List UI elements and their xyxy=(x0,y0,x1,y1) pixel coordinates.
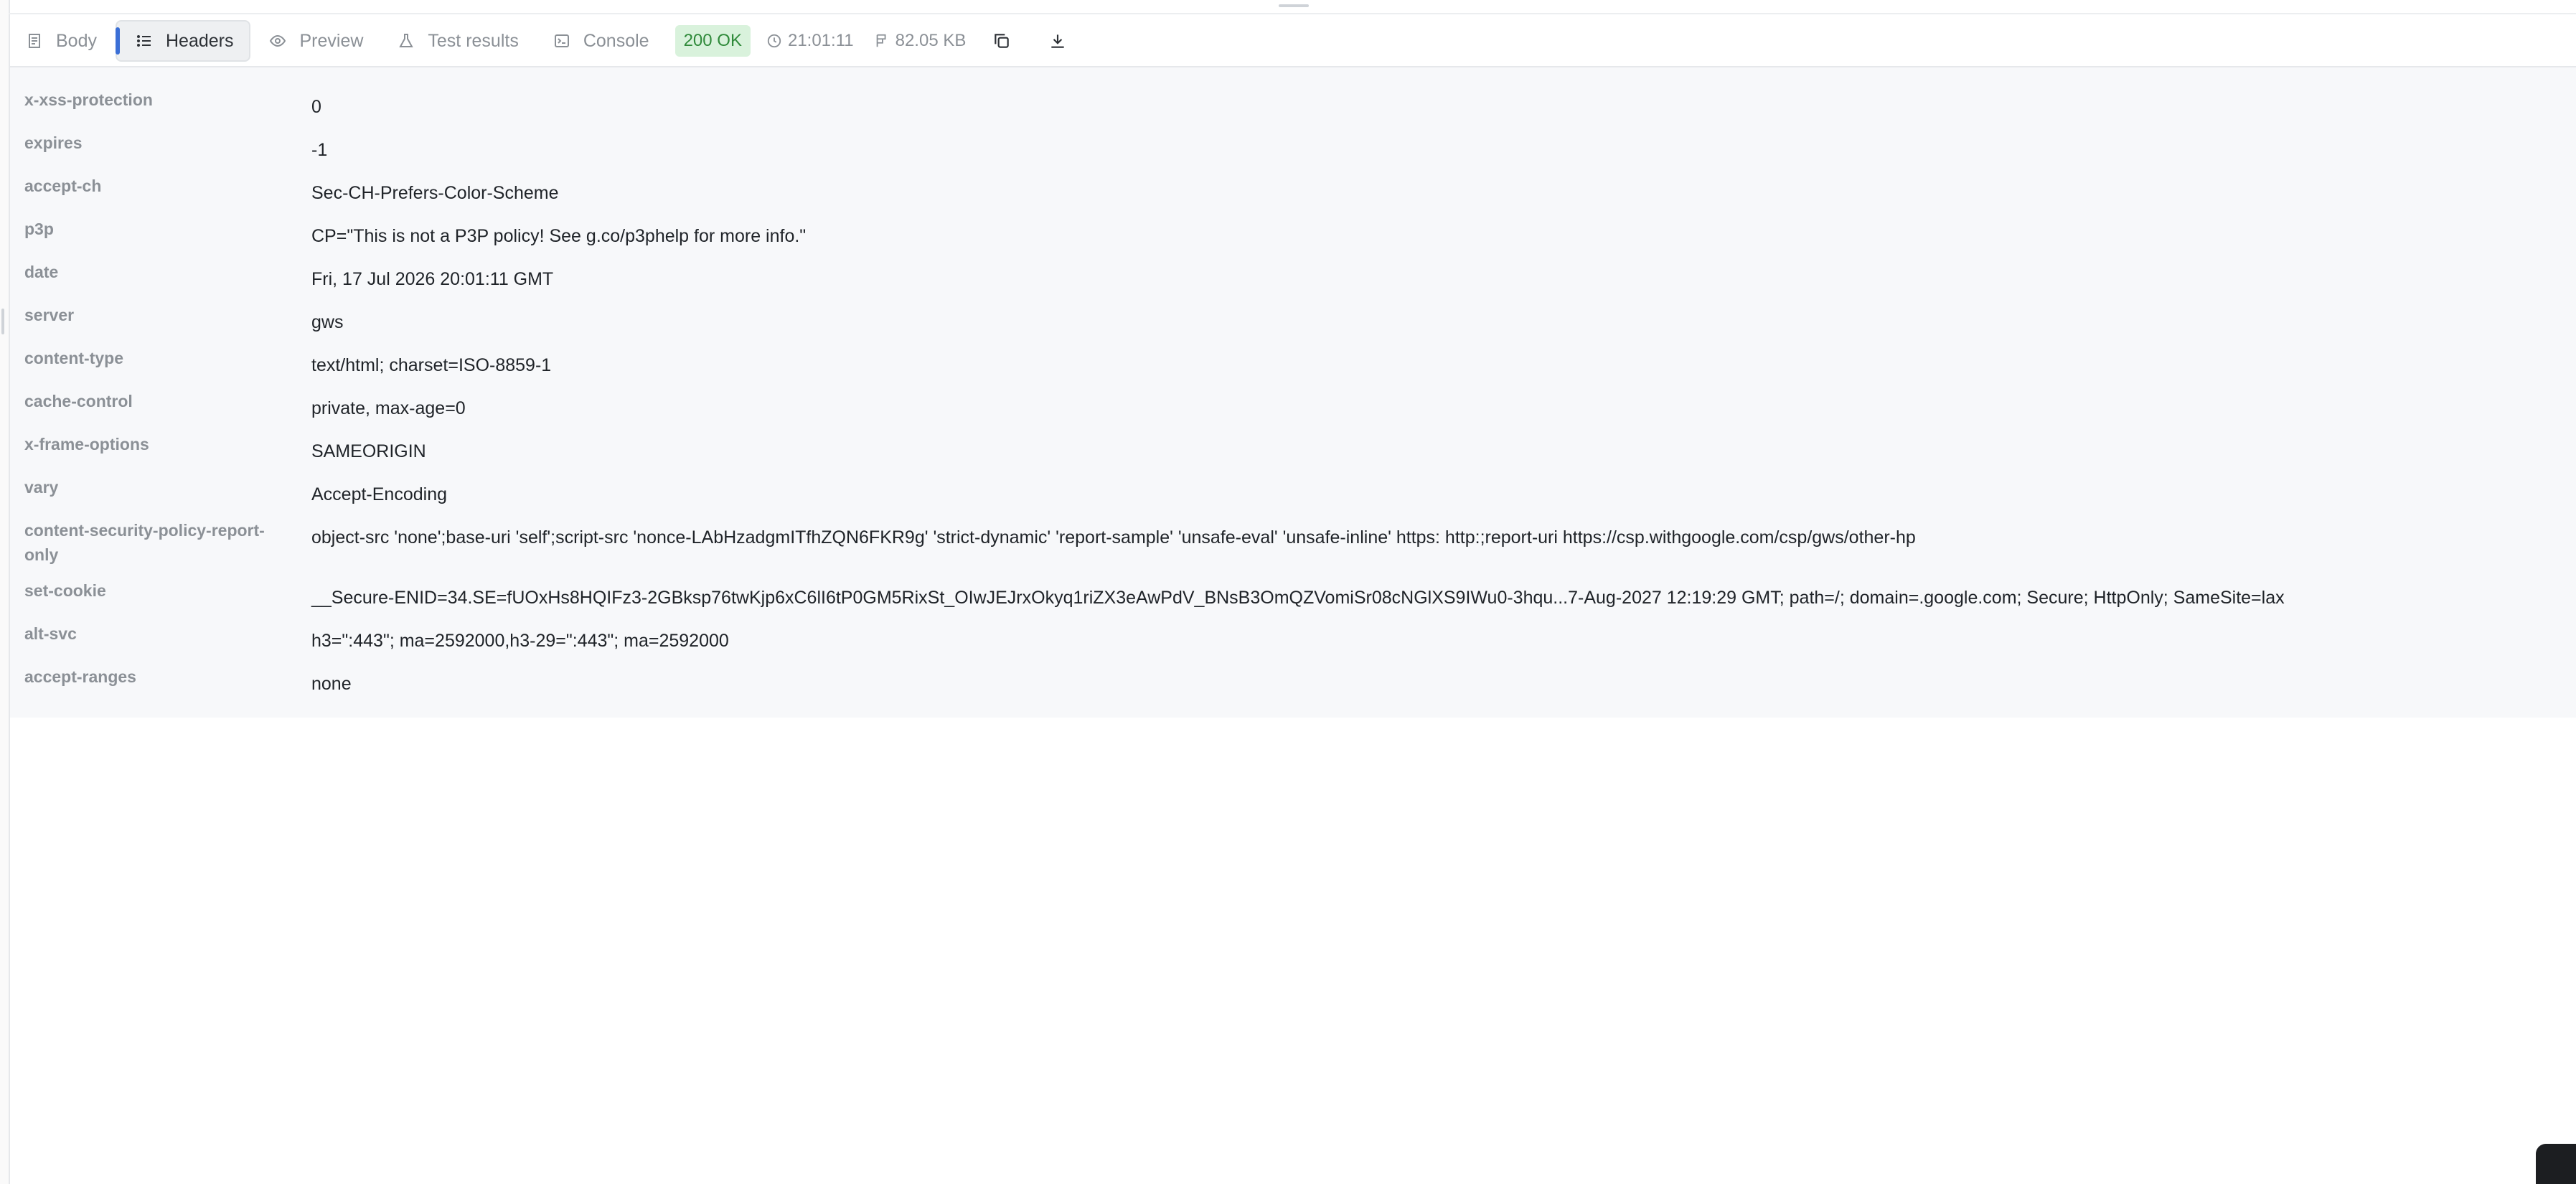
header-row: expires -1 xyxy=(10,125,2576,168)
tab-preview[interactable]: Preview xyxy=(253,22,379,60)
header-key: x-xss-protection xyxy=(24,90,153,109)
copy-button[interactable] xyxy=(986,25,1017,57)
header-value: SAMEORIGIN xyxy=(311,441,426,461)
header-row: accept-ranges none xyxy=(10,659,2576,702)
tab-label: Body xyxy=(56,30,97,51)
tab-test-results[interactable]: Test results xyxy=(382,22,534,60)
tab-label: Preview xyxy=(299,30,364,51)
header-key: date xyxy=(24,263,59,281)
header-key: accept-ranges xyxy=(24,667,136,686)
header-key: server xyxy=(24,306,75,324)
header-key: p3p xyxy=(24,220,54,238)
tab-console[interactable]: Console xyxy=(537,22,665,60)
download-icon xyxy=(1051,34,1065,48)
headers-table: x-xss-protection 0 expires -1 accept-ch Sec… xyxy=(10,67,2576,718)
status-badge: 200 OK xyxy=(674,25,751,57)
header-value: object-src 'none';base-uri 'self';script… xyxy=(311,527,1916,548)
header-row: p3p CP="This is not a P3P policy! See g.c… xyxy=(10,211,2576,254)
download-button[interactable] xyxy=(1042,25,1073,57)
response-time-value: 21:01:11 xyxy=(787,31,854,50)
header-key: expires xyxy=(24,133,83,152)
header-value: none xyxy=(311,674,352,694)
header-row: content-type text/html; charset=ISO-8859-… xyxy=(10,340,2576,383)
list-icon xyxy=(136,35,151,47)
tab-headers[interactable]: Headers xyxy=(115,20,251,62)
header-key: accept-ch xyxy=(24,177,102,195)
header-row: set-cookie __Secure-ENID=34.SE=fUOxHs8HQI… xyxy=(10,573,2576,616)
header-key: x-frame-options xyxy=(24,435,149,454)
pane-resize-handle[interactable] xyxy=(1279,4,1309,7)
flask-icon xyxy=(399,34,414,47)
size-icon xyxy=(876,34,886,47)
response-time: 21:01:11 xyxy=(766,31,854,51)
header-row: vary Accept-Encoding xyxy=(10,469,2576,512)
tab-label: Test results xyxy=(428,30,519,51)
header-key: cache-control xyxy=(24,392,133,410)
eye-icon xyxy=(270,34,286,47)
header-row: alt-svc h3=":443"; ma=2592000,h3-29=":443… xyxy=(10,616,2576,659)
header-key: content-type xyxy=(24,349,123,367)
header-value: Sec-CH-Prefers-Color-Scheme xyxy=(311,183,559,203)
clock-icon xyxy=(767,34,781,48)
tab-label: Headers xyxy=(165,30,234,51)
header-value: text/html; charset=ISO-8859-1 xyxy=(311,355,552,375)
body-icon xyxy=(29,34,40,48)
left-panel-edge xyxy=(0,0,10,1184)
header-key: content-security-policy-report-only xyxy=(24,521,265,564)
header-row: accept-ch Sec-CH-Prefers-Color-Scheme xyxy=(10,168,2576,211)
header-value: Accept-Encoding xyxy=(311,484,448,504)
header-row: x-xss-protection 0 xyxy=(10,82,2576,125)
panel-resize-handle[interactable] xyxy=(1,309,4,334)
header-value: 0 xyxy=(311,97,321,117)
header-value: h3=":443"; ma=2592000,h3-29=":443"; ma=2… xyxy=(311,631,729,651)
header-key: set-cookie xyxy=(24,581,106,600)
header-key: alt-svc xyxy=(24,624,77,643)
header-row: date Fri, 17 Jul 2026 20:01:11 GMT xyxy=(10,254,2576,297)
response-size: 82.05 KB xyxy=(874,31,967,51)
header-value: Fri, 17 Jul 2026 20:01:11 GMT xyxy=(311,269,554,289)
header-value: private, max-age=0 xyxy=(311,398,466,418)
header-value: __Secure-ENID=34.SE=fUOxHs8HQIFz3-2GBksp… xyxy=(311,588,2285,608)
header-row: x-frame-options SAMEORIGIN xyxy=(10,426,2576,469)
header-value: CP="This is not a P3P policy! See g.co/p… xyxy=(311,226,807,246)
header-row: cache-control private, max-age=0 xyxy=(10,383,2576,426)
response-size-value: 82.05 KB xyxy=(895,31,967,50)
copy-icon xyxy=(995,34,1010,48)
divider xyxy=(9,13,2576,14)
tab-body[interactable]: Body xyxy=(10,22,113,60)
header-value: gws xyxy=(311,312,344,332)
terminal-icon xyxy=(554,34,569,47)
header-value: -1 xyxy=(311,140,328,160)
header-row: content-security-policy-report-only objec… xyxy=(10,512,2576,573)
header-row: server gws xyxy=(10,297,2576,340)
tab-label: Console xyxy=(583,30,649,51)
header-key: vary xyxy=(24,478,59,497)
floating-widget-button[interactable] xyxy=(2536,1144,2576,1184)
response-toolbar: Body Headers Preview Test results Consol… xyxy=(10,16,2576,67)
